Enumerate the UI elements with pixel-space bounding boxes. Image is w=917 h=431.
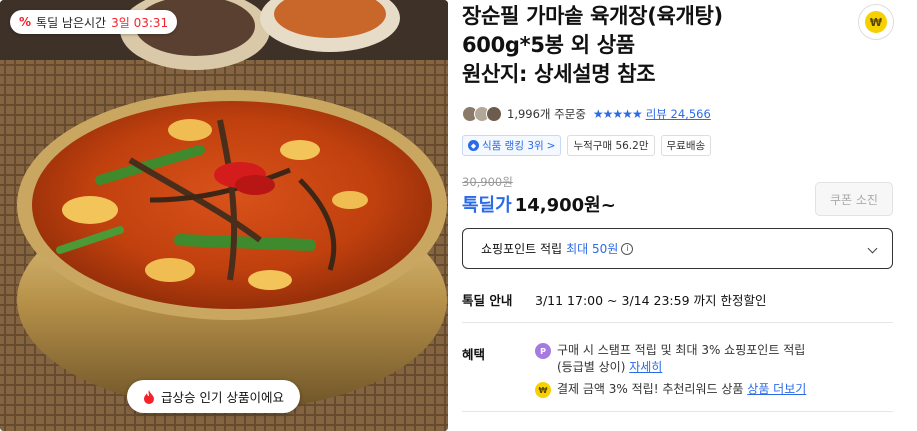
trending-badge: 급상승 인기 상품이에요 <box>127 380 300 413</box>
points-max: 최대 50원 <box>566 242 619 256</box>
deal-timer-badge: % 톡딜 남은시간 3일 03:31 <box>10 10 178 34</box>
deal-timer-value: 3일 03:31 <box>111 15 169 30</box>
won-coin-icon: ₩ <box>535 382 551 398</box>
shopping-points-dropdown[interactable]: 쇼핑포인트 적립 최대 50원 i <box>462 228 893 269</box>
deal-timer-label: 톡딜 남은시간 <box>36 15 107 30</box>
benefit-reward: ₩ 결제 금액 3% 적립! 추천리워드 상품 상품 더보기 <box>535 381 806 398</box>
ranking-label: 식품 랭킹 3위 <box>482 140 544 152</box>
cumulative-purchase-tag: 누적구매 56.2만 <box>567 135 655 156</box>
benefit-stamp: P 구매 시 스탬프 적립 및 최대 3% 쇼핑포인트 적립 (등급별 상이) … <box>535 342 805 376</box>
benefit-stamp-sub: (등급별 상이) <box>557 360 626 374</box>
deal-price: 14,900원~ <box>514 195 616 216</box>
buyer-avatars <box>462 106 502 122</box>
info-icon[interactable]: i <box>621 242 634 255</box>
star-rating-icon: ★★★★★ <box>592 107 643 121</box>
point-p-icon: P <box>535 343 551 359</box>
product-title-line-2: 600g*5봉 외 상품 <box>462 33 635 57</box>
more-products-link[interactable]: 상품 더보기 <box>747 382 806 396</box>
fire-icon <box>144 389 154 404</box>
order-count: 1,996개 주문중 <box>507 107 586 121</box>
product-info-panel: 장순필 가마솥 육개장(육개탕) 600g*5봉 외 상품 원산지: 상세설명 … <box>462 0 897 431</box>
product-title: 장순필 가마솥 육개장(육개탕) 600g*5봉 외 상품 원산지: 상세설명 … <box>462 2 842 89</box>
percent-icon: % <box>19 15 32 29</box>
won-coin-icon: ₩ <box>865 11 887 33</box>
deal-info-row: 톡딜 안내 3/11 17:00 ~ 3/14 23:59 까지 한정할인 <box>462 290 767 309</box>
pay-button[interactable]: ₩ <box>858 4 894 40</box>
yukgaejang-photo <box>0 0 448 431</box>
product-image[interactable]: % 톡딜 남은시간 3일 03:31 급상승 인기 상품이에요 <box>0 0 448 431</box>
price-row: 톡딜가 14,900원~ <box>462 191 616 217</box>
divider <box>462 411 893 412</box>
product-tags: ◆ 식품 랭킹 3위 > 누적구매 56.2만 무료배송 <box>462 135 712 156</box>
chevron-down-icon <box>867 243 878 254</box>
ranking-tag[interactable]: ◆ 식품 랭킹 3위 > <box>462 135 562 156</box>
review-summary: 1,996개 주문중 ★★★★★ 리뷰 24,566 <box>462 104 711 124</box>
free-shipping-tag: 무료배송 <box>660 135 712 156</box>
product-title-line-1: 장순필 가마솥 육개장(육개탕) <box>462 4 723 28</box>
original-price: 30,900원 <box>462 175 513 189</box>
avatar <box>486 106 502 122</box>
deal-info-value: 3/11 17:00 ~ 3/14 23:59 까지 한정할인 <box>535 293 767 308</box>
product-title-line-3: 원산지: 상세설명 참조 <box>462 62 656 86</box>
review-prefix: 리뷰 <box>645 107 667 121</box>
review-link[interactable]: 리뷰 24,566 <box>646 106 711 122</box>
coupon-button[interactable]: 쿠폰 소진 <box>815 182 893 216</box>
details-link[interactable]: 자세히 <box>629 360 662 374</box>
points-label: 쇼핑포인트 적립 <box>481 242 563 256</box>
benefits-label: 혜택 <box>462 347 486 362</box>
benefit-stamp-text: 구매 시 스탬프 적립 및 최대 3% 쇼핑포인트 적립 <box>557 343 806 357</box>
chevron-right-icon: > <box>546 139 556 152</box>
divider <box>462 322 893 323</box>
ranking-icon: ◆ <box>468 140 479 151</box>
review-count: 24,566 <box>670 107 711 121</box>
trending-label: 급상승 인기 상품이에요 <box>161 390 284 405</box>
deal-info-label: 톡딜 안내 <box>462 293 513 308</box>
deal-price-label: 톡딜가 <box>462 195 512 216</box>
benefit-reward-text: 결제 금액 3% 적립! 추천리워드 상품 <box>557 382 744 396</box>
